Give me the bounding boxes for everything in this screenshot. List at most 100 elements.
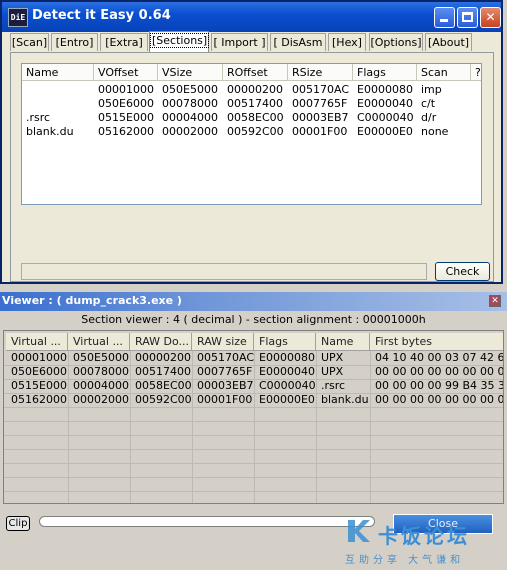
section-voffset: 0515E000 (98, 111, 154, 124)
grid-cell-raw-offset[interactable]: 00517400 (130, 365, 192, 379)
clip-button[interactable]: Clip (6, 516, 30, 531)
col-header-voffset[interactable]: VOffset (94, 64, 158, 81)
grid-cell-name[interactable]: UPX (316, 351, 370, 365)
tab-options[interactable]: [Options] (369, 33, 423, 51)
tab-label: [Entro] (55, 36, 94, 49)
tab-label: [Scan] (11, 36, 48, 49)
grid-cell-flags[interactable]: C0000040 (254, 379, 316, 393)
grid-cell-raw-offset[interactable]: 0058EC00 (130, 379, 192, 393)
tab-disasm[interactable]: [ DisAsm ] (270, 33, 326, 67)
section-scan: c/t (421, 97, 436, 110)
section-voffset: 05162000 (98, 125, 154, 138)
col-header-vsize[interactable]: VSize (158, 64, 223, 81)
section-name: .rsrc (26, 111, 51, 124)
section-grid[interactable]: Virtual ... Virtual ... RAW Do... RAW si… (3, 330, 504, 504)
minimize-button[interactable] (434, 7, 455, 28)
status-field (21, 263, 427, 280)
col-header-rsize[interactable]: RSize (288, 64, 353, 81)
grid-cell-first-bytes[interactable]: 00 00 00 00 00 00 00 0... (370, 393, 503, 407)
tab-hex[interactable]: [Hex] (328, 33, 366, 51)
grid-cell-virtual-address[interactable]: 05162000 (6, 393, 68, 407)
close-icon: ✕ (491, 296, 499, 306)
grid-cell-name[interactable]: .rsrc (316, 379, 370, 393)
grid-cell-flags[interactable]: E00000E0 (254, 393, 316, 407)
grid-cell-virtual-size[interactable]: 050E5000 (68, 351, 130, 365)
grid-cell-raw-size[interactable]: 00001F00 (192, 393, 254, 407)
tab-sections[interactable]: [Sections] (149, 31, 210, 52)
tab-extra[interactable]: [Extra] (100, 33, 148, 51)
col-header-roffset[interactable]: ROffset (223, 64, 288, 81)
grid-cell-flags[interactable]: E0000040 (254, 365, 316, 379)
col-header-scan[interactable]: Scan (417, 64, 471, 81)
col-header-extra[interactable]: ? (471, 64, 481, 81)
section-rsize: 00003EB7 (292, 111, 349, 124)
section-rsize: 0007765F (292, 97, 348, 110)
check-button[interactable]: Check (435, 262, 490, 281)
grid-cell-virtual-size[interactable]: 00002000 (68, 393, 130, 407)
maximize-icon (462, 12, 473, 22)
tab-about[interactable]: [About] (425, 33, 472, 51)
grid-cell-raw-offset[interactable]: 00000200 (130, 351, 192, 365)
grid-cell-virtual-address[interactable]: 050E6000 (6, 365, 68, 379)
grid-header-virtual-address[interactable]: Virtual ... (6, 333, 68, 351)
tab-scan[interactable]: [Scan] (10, 33, 49, 51)
viewer-titlebar[interactable]: Viewer : ( dump_crack3.exe ) ✕ (0, 292, 507, 311)
grid-header-raw-offset[interactable]: RAW Do... (130, 333, 192, 351)
close-button[interactable]: ✕ (480, 7, 501, 28)
window-title: Detect it Easy 0.64 (32, 8, 171, 23)
section-name: blank.du (26, 125, 74, 138)
grid-header-flags[interactable]: Flags (254, 333, 316, 351)
section-vsize: 00002000 (162, 125, 218, 138)
watermark-name: 卡饭论坛 (378, 524, 470, 548)
section-roffset: 00592C00 (227, 125, 284, 138)
section-flags: E0000040 (357, 97, 413, 110)
grid-divider (4, 491, 503, 492)
col-header-flags[interactable]: Flags (353, 64, 417, 81)
grid-cell-first-bytes[interactable]: 00 00 00 00 00 00 00 0... (370, 365, 503, 379)
viewer-title: Viewer : ( dump_crack3.exe ) (2, 294, 182, 307)
grid-divider (4, 421, 503, 422)
grid-cell-virtual-address[interactable]: 0515E000 (6, 379, 68, 393)
tab-label: [Hex] (332, 36, 362, 49)
grid-cell-name[interactable]: blank.du (316, 393, 370, 407)
tab-entro[interactable]: [Entro] (51, 33, 98, 51)
grid-divider (4, 407, 503, 408)
maximize-button[interactable] (457, 7, 478, 28)
section-scan: imp (421, 83, 442, 96)
sections-panel: Name VOffset VSize ROffset RSize Flags S… (10, 52, 494, 282)
die-window: DiE Detect it Easy 0.64 ✕ [Scan] [Entro]… (0, 0, 503, 284)
tab-label: [Sections] (150, 33, 210, 48)
grid-header-virtual-size[interactable]: Virtual ... (68, 333, 130, 351)
tab-label: [Extra] (105, 36, 143, 49)
grid-header-raw-size[interactable]: RAW size (192, 333, 254, 351)
grid-cell-flags[interactable]: E0000080 (254, 351, 316, 365)
grid-cell-first-bytes[interactable]: 00 00 00 00 99 B4 35 3... (370, 379, 503, 393)
section-rsize: 005170AC (292, 83, 350, 96)
grid-cell-name[interactable]: UPX (316, 365, 370, 379)
viewer-close-button[interactable]: ✕ (489, 295, 501, 307)
grid-cell-raw-size[interactable]: 0007765F (192, 365, 254, 379)
section-viewer-info: Section viewer : 4 ( decimal ) - section… (81, 313, 426, 326)
watermark: 卡饭论坛 互助分享 大气谦和 (343, 518, 507, 570)
section-flags: C0000040 (357, 111, 414, 124)
grid-header-first-bytes[interactable]: First bytes (370, 333, 503, 351)
die-titlebar[interactable]: DiE Detect it Easy 0.64 ✕ (2, 2, 501, 32)
grid-header-name[interactable]: Name (316, 333, 370, 351)
watermark-slogan: 互助分享 大气谦和 (345, 555, 465, 566)
sections-list[interactable]: Name VOffset VSize ROffset RSize Flags S… (21, 63, 482, 205)
close-icon: ✕ (485, 10, 496, 24)
tab-import[interactable]: [ Import ] (211, 33, 268, 51)
grid-cell-raw-size[interactable]: 005170AC (192, 351, 254, 365)
section-roffset: 0058EC00 (227, 111, 284, 124)
progress-bar (39, 516, 375, 527)
grid-cell-first-bytes[interactable]: 04 10 40 00 03 07 42 6... (370, 351, 503, 365)
section-vsize: 050E5000 (162, 83, 218, 96)
grid-cell-virtual-address[interactable]: 00001000 (6, 351, 68, 365)
tab-label: [ Import ] (213, 36, 266, 49)
grid-cell-virtual-size[interactable]: 00078000 (68, 365, 130, 379)
grid-cell-raw-offset[interactable]: 00592C00 (130, 393, 192, 407)
grid-cell-raw-size[interactable]: 00003EB7 (192, 379, 254, 393)
section-roffset: 00517400 (227, 97, 283, 110)
col-header-name[interactable]: Name (22, 64, 94, 81)
grid-cell-virtual-size[interactable]: 00004000 (68, 379, 130, 393)
